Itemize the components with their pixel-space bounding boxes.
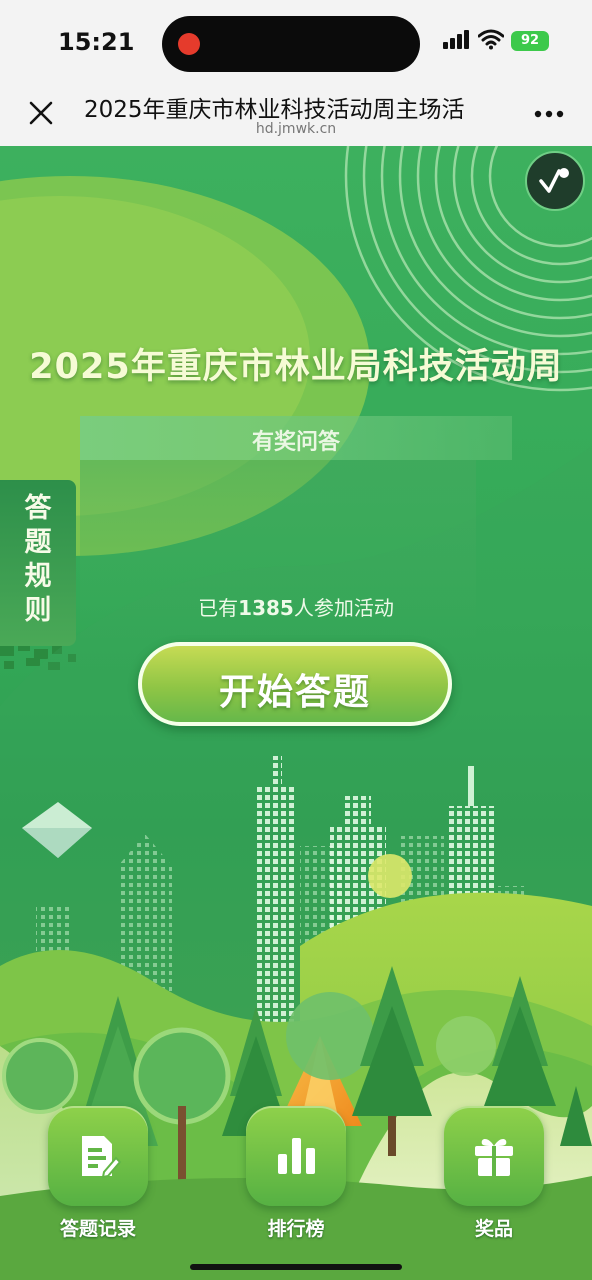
music-toggle-button[interactable]	[525, 151, 585, 211]
quiz-landing-page: 2025年重庆市林业局科技活动周 有奖问答 答题规则 已有1385人参加活动 开…	[0, 146, 592, 1280]
leaderboard-icon	[278, 1138, 315, 1174]
battery-icon: 92	[511, 31, 549, 51]
page-title: 2025年重庆市林业科技活动周主场活	[84, 90, 510, 124]
wifi-icon	[478, 29, 504, 50]
music-icon	[539, 168, 569, 193]
status-bar: 15:21 92	[0, 0, 592, 82]
participants-prefix: 已有	[198, 596, 239, 620]
participants-count: 已有1385人参加活动	[0, 592, 592, 621]
subtitle-band: 有奖问答	[80, 416, 512, 460]
signal-icon	[443, 30, 469, 49]
event-subtitle: 有奖问答	[251, 430, 340, 455]
start-quiz-label: 开始答题	[218, 672, 371, 713]
prizes-label: 奖品	[474, 1218, 513, 1240]
leaderboard-label: 排行榜	[267, 1218, 325, 1240]
leaderboard-icon-tile	[246, 1106, 346, 1206]
gift-icon-tile	[444, 1106, 544, 1206]
more-icon[interactable]	[534, 110, 564, 118]
status-time: 15:21	[58, 28, 135, 56]
start-quiz-button[interactable]: 开始答题	[138, 642, 452, 726]
leaderboard-button[interactable]: 排行榜	[236, 1106, 356, 1240]
event-title: 2025年重庆市林业局科技活动周	[29, 347, 563, 387]
home-indicator[interactable]	[190, 1264, 402, 1270]
answer-record-label: 答题记录	[59, 1218, 136, 1240]
prizes-button[interactable]: 奖品	[434, 1106, 554, 1240]
page-url: hd.jmwk.cn	[255, 121, 337, 137]
quiz-rules-button[interactable]: 答题规则	[0, 480, 76, 646]
gift-icon	[475, 1139, 513, 1176]
recording-dot-icon	[178, 33, 200, 55]
answer-record-icon	[82, 1136, 122, 1179]
dynamic-island	[162, 16, 420, 72]
bottom-nav: 答题记录 排行榜 奖品	[0, 1106, 592, 1240]
participants-number: 1385	[238, 596, 294, 620]
participants-suffix: 人参加活动	[293, 596, 394, 620]
answer-record-button[interactable]: 答题记录	[38, 1106, 158, 1240]
answer-record-icon-tile	[48, 1106, 148, 1206]
browser-nav-bar: 2025年重庆市林业科技活动周主场活 hd.jmwk.cn	[0, 82, 592, 146]
